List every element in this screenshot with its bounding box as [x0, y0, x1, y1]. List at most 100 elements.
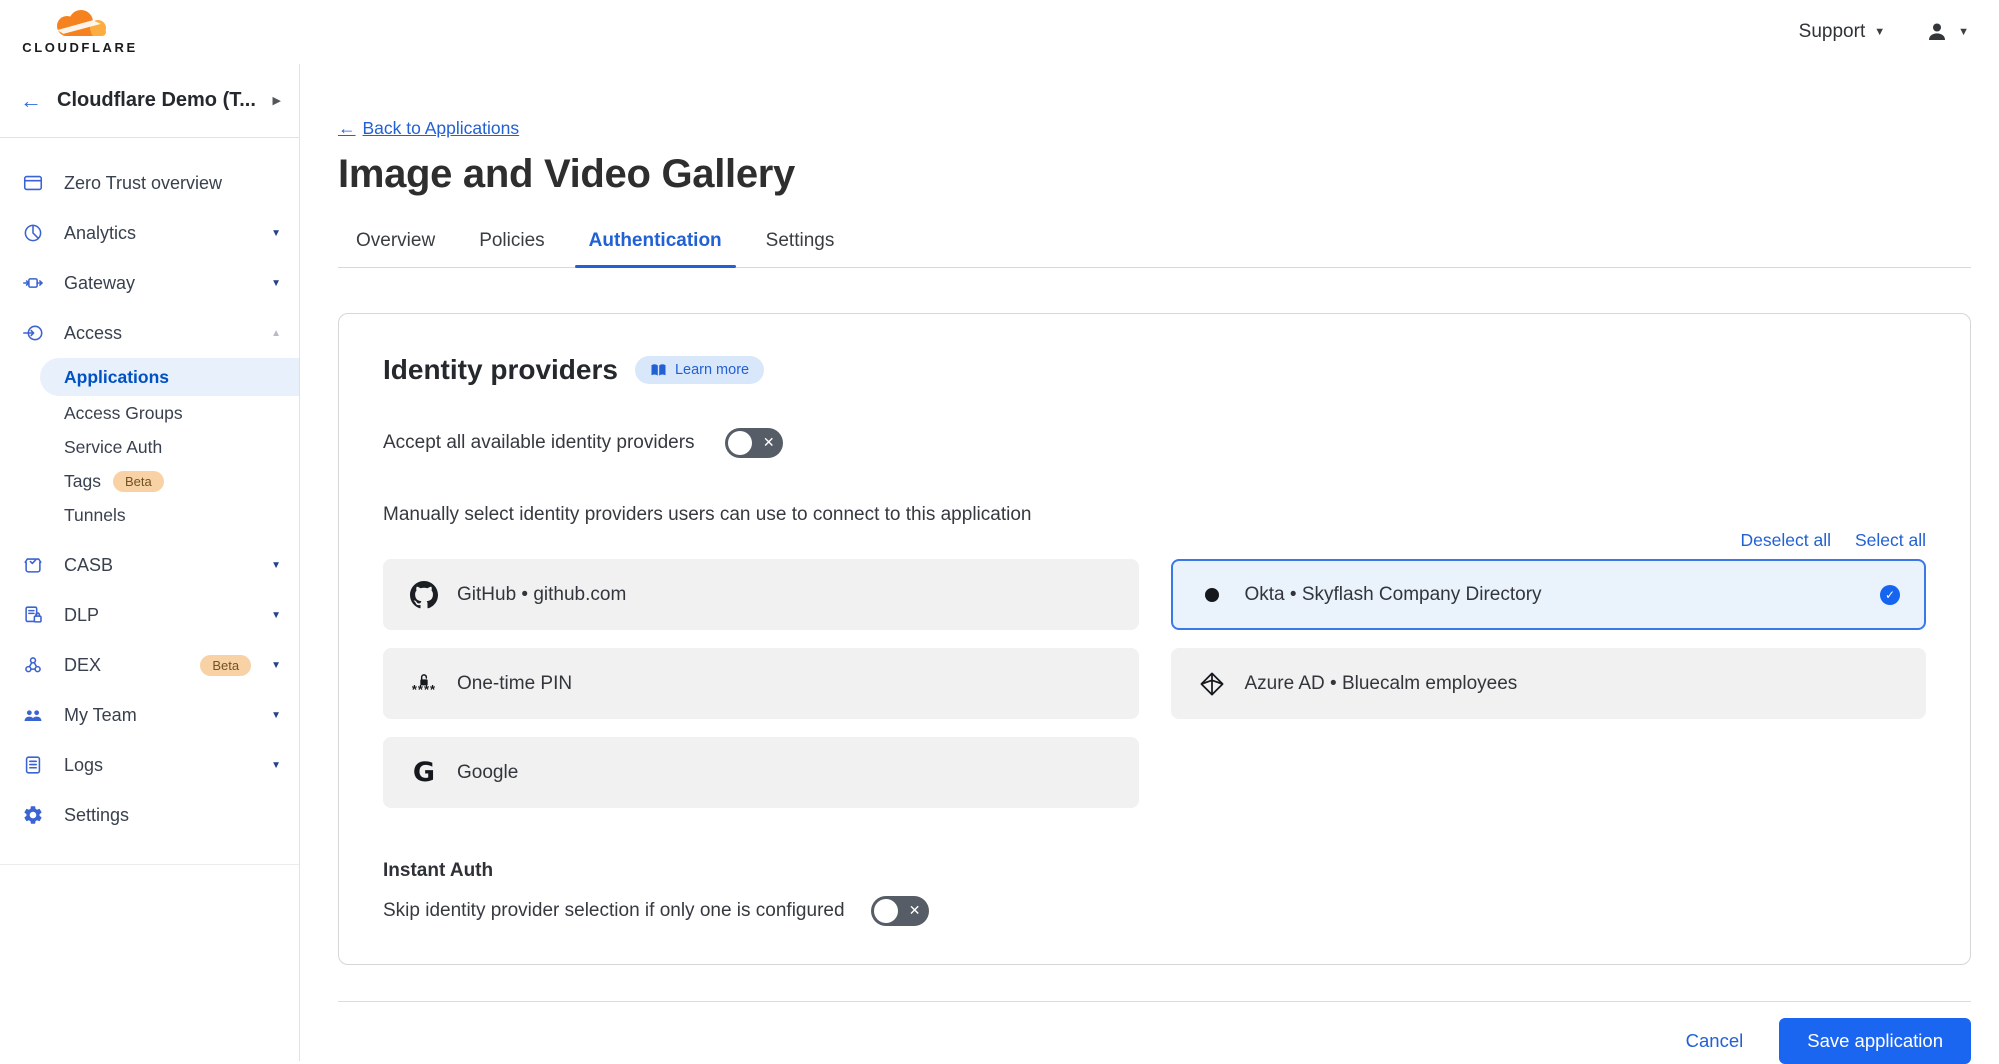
- analytics-icon: [22, 222, 44, 244]
- sidebar-nav: Zero Trust overview Analytics ▼ Gateway …: [0, 138, 299, 865]
- overview-icon: [22, 172, 44, 194]
- sub-item-label: Service Auth: [64, 437, 162, 458]
- tab-overview[interactable]: Overview: [342, 230, 449, 267]
- user-menu[interactable]: ▼: [1925, 20, 1969, 44]
- sidebar-item-applications[interactable]: Applications: [40, 358, 299, 396]
- sidebar-item-my-team[interactable]: My Team ▼: [0, 690, 299, 740]
- sidebar-item-casb[interactable]: CASB ▼: [0, 540, 299, 590]
- sidebar-item-dlp[interactable]: DLP ▼: [0, 590, 299, 640]
- sub-item-label: Access Groups: [64, 403, 183, 424]
- sidebar-header: ← Cloudflare Demo (T... ▶: [0, 64, 299, 138]
- chevron-down-icon: ▼: [1958, 26, 1969, 38]
- sidebar-item-zero-trust-overview[interactable]: Zero Trust overview: [0, 158, 299, 208]
- toggle-knob: [874, 899, 898, 923]
- brand-text: CLOUDFLARE: [22, 40, 138, 55]
- tab-policies[interactable]: Policies: [465, 230, 558, 267]
- cancel-button[interactable]: Cancel: [1686, 1030, 1744, 1052]
- chevron-down-icon: ▼: [271, 760, 281, 771]
- chevron-right-icon[interactable]: ▶: [273, 94, 281, 107]
- sidebar-item-tags[interactable]: Tags Beta: [0, 464, 299, 498]
- toggle-knob: [728, 431, 752, 455]
- back-to-applications-link[interactable]: ← Back to Applications: [338, 118, 519, 139]
- chevron-down-icon: ▼: [271, 610, 281, 621]
- okta-icon: [1197, 588, 1227, 602]
- provider-label: One-time PIN: [457, 673, 1113, 695]
- access-icon: [22, 322, 44, 344]
- sidebar-item-label: Logs: [64, 755, 251, 776]
- topbar-right: Support ▼ ▼: [1799, 20, 1969, 44]
- tab-bar: Overview Policies Authentication Setting…: [338, 230, 1971, 268]
- sidebar-item-analytics[interactable]: Analytics ▼: [0, 208, 299, 258]
- sidebar-item-label: CASB: [64, 555, 251, 576]
- app-shell: ← Cloudflare Demo (T... ▶ Zero Trust ove…: [0, 64, 1999, 1061]
- provider-grid: GitHub • github.com Okta • Skyflash Comp…: [383, 559, 1926, 808]
- sidebar-item-label: Settings: [64, 805, 281, 826]
- azure-ad-icon: [1197, 671, 1227, 697]
- beta-badge: Beta: [200, 655, 251, 676]
- chevron-down-icon: ▼: [271, 278, 281, 289]
- card-heading: Identity providers: [383, 354, 618, 386]
- sidebar-item-service-auth[interactable]: Service Auth: [0, 430, 299, 464]
- provider-github[interactable]: GitHub • github.com: [383, 559, 1139, 630]
- footer-actions: Cancel Save application: [338, 1018, 1971, 1064]
- provider-okta[interactable]: Okta • Skyflash Company Directory ✓: [1171, 559, 1927, 630]
- pin-lock-icon: ****: [409, 673, 439, 694]
- save-application-button[interactable]: Save application: [1779, 1018, 1971, 1064]
- selected-check-icon: ✓: [1880, 585, 1900, 605]
- chevron-down-icon: ▼: [271, 560, 281, 571]
- footer-divider: [338, 1001, 1971, 1002]
- sidebar-item-logs[interactable]: Logs ▼: [0, 740, 299, 790]
- gear-icon: [22, 804, 44, 826]
- deselect-all-link[interactable]: Deselect all: [1741, 530, 1831, 551]
- tab-authentication[interactable]: Authentication: [575, 230, 736, 267]
- sidebar-item-dex[interactable]: DEX Beta ▼: [0, 640, 299, 690]
- toggle-x-icon: ✕: [909, 902, 921, 919]
- provider-azure-ad[interactable]: Azure AD • Bluecalm employees: [1171, 648, 1927, 719]
- logs-icon: [22, 754, 44, 776]
- page-title: Image and Video Gallery: [338, 152, 1971, 197]
- github-icon: [409, 581, 439, 609]
- toggle-x-icon: ✕: [763, 434, 775, 451]
- book-icon: [650, 363, 667, 377]
- support-menu[interactable]: Support ▼: [1799, 21, 1885, 43]
- sidebar-item-tunnels[interactable]: Tunnels: [0, 498, 299, 532]
- cloudflare-logo[interactable]: CLOUDFLARE: [14, 9, 146, 55]
- account-name[interactable]: Cloudflare Demo (T...: [57, 89, 258, 112]
- sidebar-item-label: DLP: [64, 605, 251, 626]
- support-label: Support: [1799, 21, 1866, 43]
- sub-item-label: Applications: [64, 367, 169, 388]
- dlp-icon: [22, 604, 44, 626]
- user-icon: [1925, 20, 1949, 44]
- selection-links: Deselect all Select all: [383, 530, 1926, 551]
- topbar: CLOUDFLARE Support ▼ ▼: [0, 0, 1999, 64]
- provider-label: Google: [457, 762, 1113, 784]
- pin-stars: ****: [412, 687, 436, 694]
- instant-auth-toggle[interactable]: ✕: [871, 896, 929, 926]
- sidebar: ← Cloudflare Demo (T... ▶ Zero Trust ove…: [0, 64, 300, 1061]
- sidebar-back-icon[interactable]: ←: [20, 88, 42, 114]
- access-sub-list: Applications Access Groups Service Auth …: [0, 358, 299, 532]
- select-all-link[interactable]: Select all: [1855, 530, 1926, 551]
- provider-one-time-pin[interactable]: **** One-time PIN: [383, 648, 1139, 719]
- learn-more-badge[interactable]: Learn more: [635, 356, 764, 384]
- provider-label: Azure AD • Bluecalm employees: [1245, 673, 1901, 695]
- chevron-down-icon: ▼: [271, 228, 281, 239]
- sidebar-item-label: My Team: [64, 705, 251, 726]
- sidebar-item-access[interactable]: Access ▲: [0, 308, 299, 358]
- sidebar-item-settings[interactable]: Settings: [0, 790, 299, 840]
- sidebar-item-gateway[interactable]: Gateway ▼: [0, 258, 299, 308]
- google-icon: G: [409, 757, 439, 788]
- learn-more-label: Learn more: [675, 362, 749, 378]
- sub-item-label: Tunnels: [64, 505, 126, 526]
- cloudflare-cloud-icon: [43, 9, 117, 39]
- card-header: Identity providers Learn more: [383, 354, 1926, 386]
- accept-all-toggle[interactable]: ✕: [725, 428, 783, 458]
- dex-icon: [22, 654, 44, 676]
- back-arrow-icon: ←: [338, 118, 356, 139]
- provider-google[interactable]: G Google: [383, 737, 1139, 808]
- tab-settings[interactable]: Settings: [752, 230, 849, 267]
- accept-all-label: Accept all available identity providers: [383, 432, 695, 454]
- sidebar-item-access-groups[interactable]: Access Groups: [0, 396, 299, 430]
- instant-auth-label: Skip identity provider selection if only…: [383, 900, 845, 922]
- sidebar-item-label: Analytics: [64, 223, 251, 244]
